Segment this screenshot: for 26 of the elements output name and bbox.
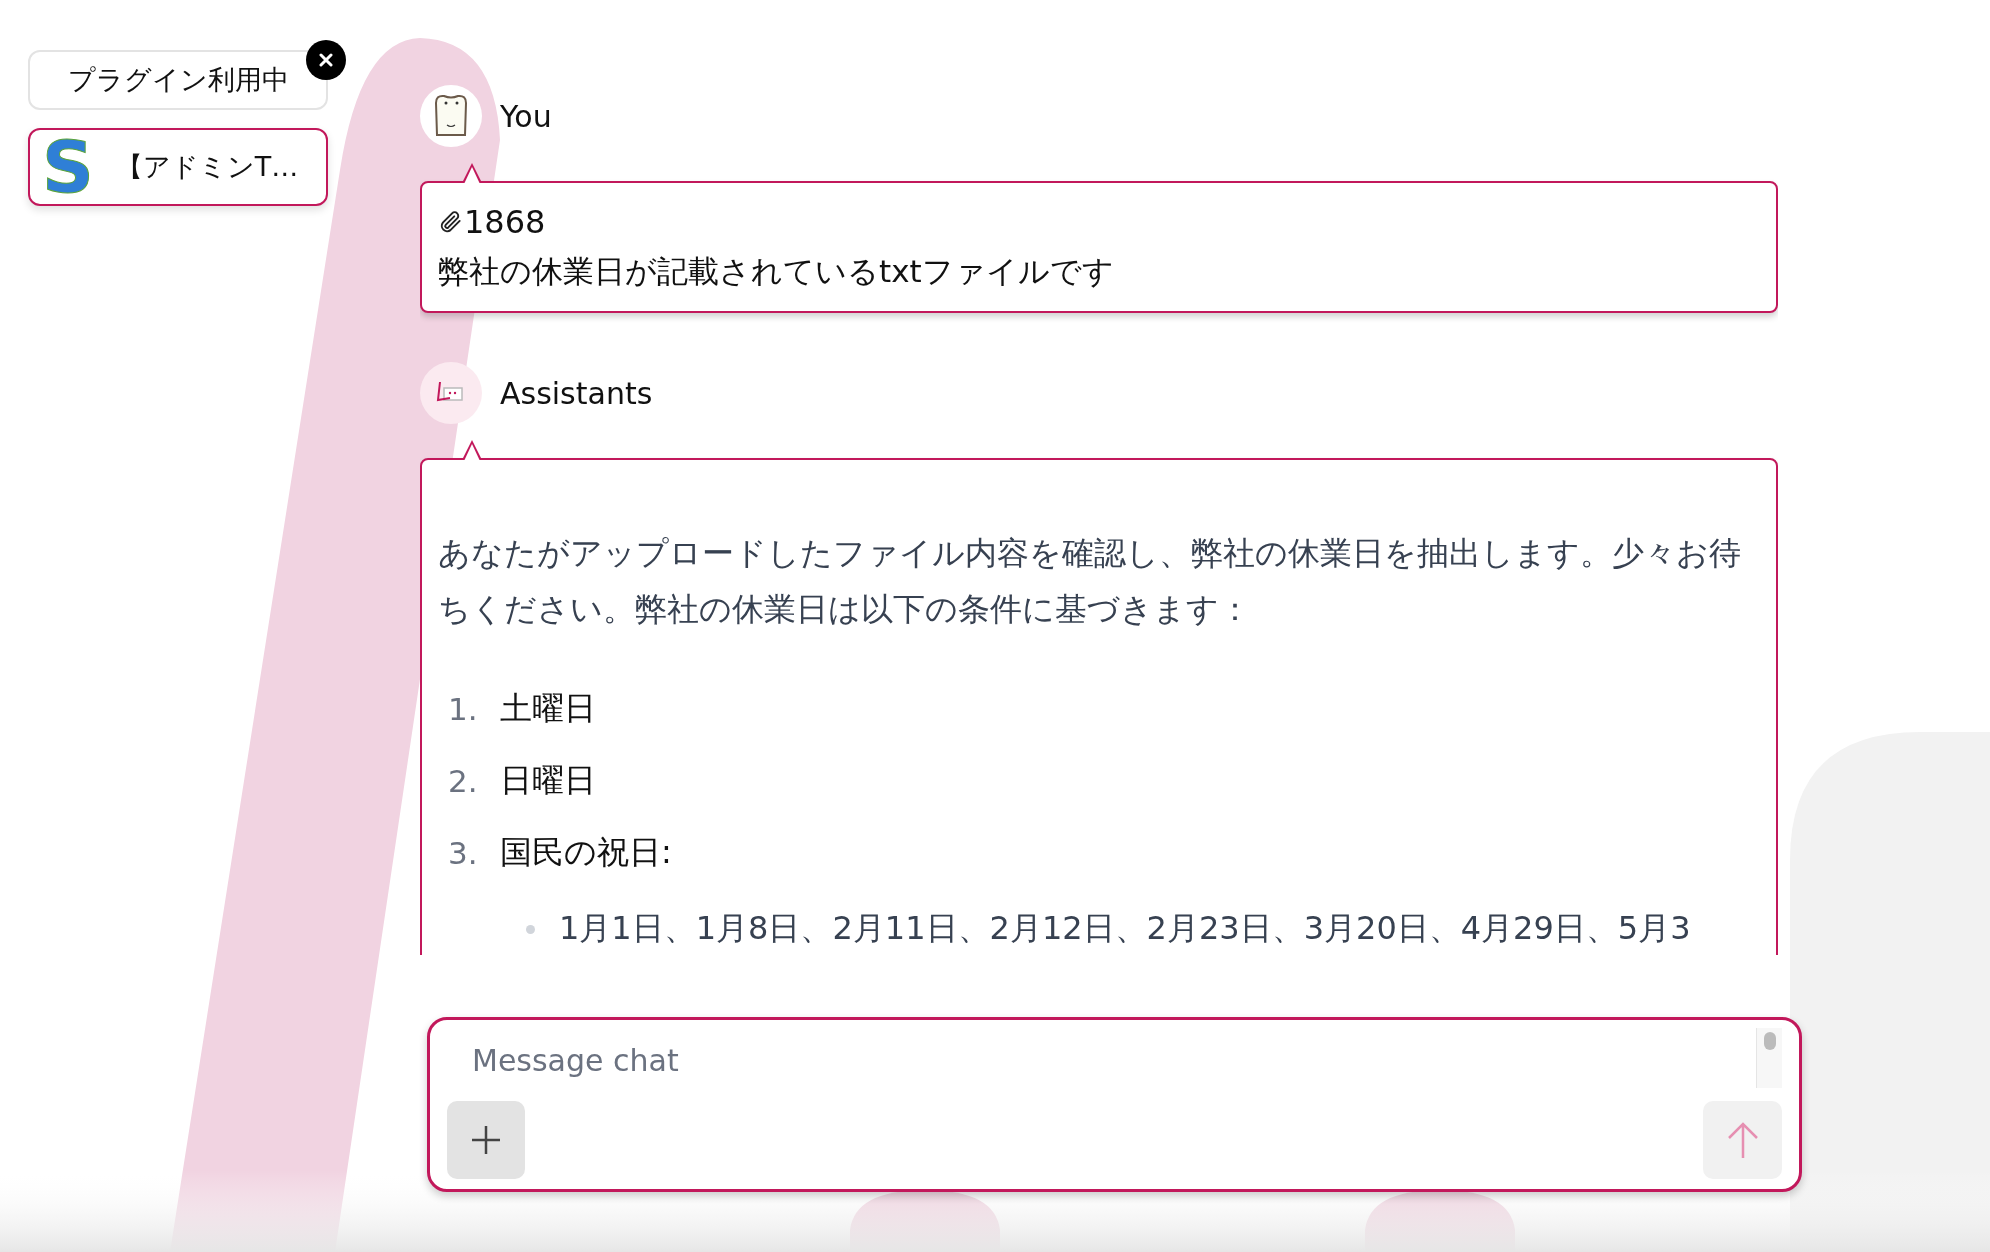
close-button[interactable] bbox=[306, 40, 346, 80]
list-number: 2. bbox=[447, 763, 479, 799]
toast-avatar-icon bbox=[420, 85, 482, 147]
plugin-name: 【アドミンT… bbox=[115, 150, 299, 184]
list-number: 3. bbox=[447, 835, 479, 871]
attachment-name[interactable]: 1868 bbox=[464, 203, 546, 241]
plus-icon bbox=[469, 1123, 503, 1157]
add-button[interactable] bbox=[447, 1101, 525, 1179]
list-number: 1. bbox=[447, 691, 479, 727]
plugin-logo: S bbox=[42, 131, 94, 203]
bullet-dot bbox=[526, 924, 535, 934]
plugin-item[interactable]: S 【アドミンT… bbox=[28, 128, 328, 206]
close-icon bbox=[319, 53, 333, 67]
message-text: 弊社の休業日が記載されているtxtファイルです bbox=[438, 252, 1115, 291]
send-button[interactable] bbox=[1703, 1101, 1782, 1179]
message-input[interactable]: Message chat bbox=[447, 1028, 1756, 1093]
textarea-scrollbar[interactable] bbox=[1756, 1028, 1782, 1088]
message-field[interactable]: Message chat bbox=[427, 1017, 1802, 1192]
list-item-text: 国民の祝日: bbox=[500, 832, 672, 873]
list-item-text: 土曜日 bbox=[500, 688, 596, 729]
list-item-text: 1月1日、1月8日、2月11日、2月12日、2月23日、3月20日、4月29日、5月3 bbox=[559, 908, 1691, 949]
author-name: Assistants bbox=[500, 375, 653, 411]
message-text: あなたがアップロードしたファイル内容を確認し、弊社の休業日を抽出します。少々お待ちください。弊社の休業日は以下の条件に基づきます： bbox=[438, 534, 1742, 629]
author-name: You bbox=[500, 98, 552, 134]
assistant-avatar-icon bbox=[420, 362, 482, 424]
list-item-text: 日曜日 bbox=[500, 760, 596, 801]
